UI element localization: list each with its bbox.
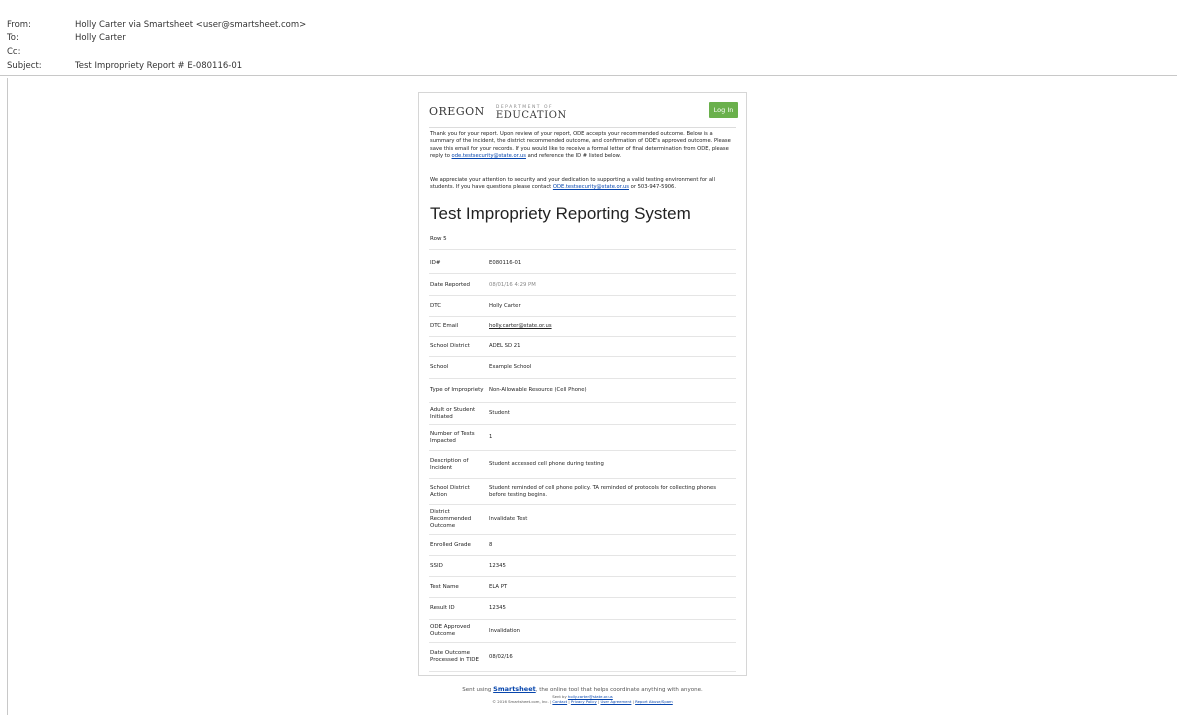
row-value: ADEL SD 21 bbox=[489, 343, 521, 349]
row-divider bbox=[429, 576, 736, 577]
row-label: Result ID bbox=[430, 605, 455, 611]
row-divider bbox=[429, 619, 736, 620]
logo-education-text: EDUCATION bbox=[495, 109, 567, 121]
row-label: Description of Incident bbox=[430, 457, 469, 471]
row-label: DTC bbox=[430, 302, 442, 309]
row-value: 08/01/16 4:29 PM bbox=[489, 281, 536, 288]
rows-label: Row 5 bbox=[430, 236, 447, 242]
row-divider bbox=[429, 356, 736, 357]
row-divider bbox=[429, 504, 736, 505]
row-value: Student reminded of cell phone policy. T… bbox=[489, 484, 717, 498]
appreciation-text-b: or 503-947-5906. bbox=[629, 184, 677, 191]
to-label: To: bbox=[7, 33, 19, 43]
row-value: Invalidation bbox=[489, 627, 520, 634]
row-divider bbox=[429, 671, 736, 672]
row-label: School District Action bbox=[430, 484, 470, 498]
logo-department-block: DEPARTMENT OF EDUCATION bbox=[495, 104, 567, 121]
intro-paragraph: Thank you for your report. Upon review o… bbox=[430, 131, 737, 161]
row-label: Number of Tests Impacted bbox=[430, 430, 475, 444]
logo-oregon-text: OREGON bbox=[429, 105, 485, 118]
row-divider bbox=[429, 450, 736, 451]
row-divider bbox=[429, 402, 736, 403]
row-label: District Recommended Outcome bbox=[430, 509, 472, 529]
log-in-button[interactable]: Log In bbox=[709, 102, 738, 118]
footer-contact-link[interactable]: Contact bbox=[552, 699, 567, 704]
row-label: Test Name bbox=[430, 583, 459, 590]
row-divider bbox=[429, 424, 736, 425]
row-divider bbox=[429, 249, 736, 250]
oregon-education-logo: OREGON DEPARTMENT OF EDUCATION bbox=[429, 101, 567, 121]
row-divider bbox=[429, 555, 736, 556]
row-value: 8 bbox=[489, 541, 493, 548]
email-header: From: Holly Carter via Smartsheet <user@… bbox=[0, 0, 1177, 76]
intro-email-link[interactable]: ode.testsecurity@state.or.us bbox=[452, 153, 526, 159]
footer-links: © 2016 Smartsheet.com, Inc. | Contact | … bbox=[418, 699, 747, 704]
row-divider bbox=[429, 336, 736, 337]
row-label: Adult or Student Initiated bbox=[430, 406, 476, 420]
row-value: Student accessed cell phone during testi… bbox=[489, 461, 604, 467]
row-label: Type of Impropriety bbox=[430, 387, 484, 393]
appreciation-email-link[interactable]: ODE.testsecurity@state.or.us bbox=[553, 184, 629, 190]
row-divider bbox=[429, 273, 736, 274]
row-label: DTC Email bbox=[430, 323, 459, 329]
row-value: 08/02/16 bbox=[489, 653, 513, 660]
row-value: Student bbox=[489, 410, 510, 416]
row-value: ELA PT bbox=[489, 583, 508, 590]
footer-user-agreement-link[interactable]: User Agreement bbox=[600, 699, 631, 704]
cc-label: Cc: bbox=[7, 47, 21, 57]
footer-tagline: Sent using Smartsheet, the online tool t… bbox=[418, 685, 747, 694]
appreciation-paragraph: We appreciate your attention to security… bbox=[430, 177, 737, 192]
smartsheet-footer: Sent using Smartsheet, the online tool t… bbox=[418, 685, 747, 704]
row-label: School bbox=[430, 364, 449, 370]
email-card: OREGON DEPARTMENT OF EDUCATION Log In Th… bbox=[418, 92, 747, 676]
intro-text-b: and reference the ID # listed below. bbox=[525, 153, 622, 160]
smartsheet-link[interactable]: Smartsheet bbox=[493, 685, 536, 693]
row-value: 12345 bbox=[489, 562, 506, 569]
row-value: E080116-01 bbox=[489, 259, 522, 266]
row-divider bbox=[429, 378, 736, 379]
from-value[interactable]: Holly Carter via Smartsheet <user@smarts… bbox=[75, 19, 306, 31]
footer-text-a: Sent using bbox=[462, 687, 494, 693]
row-label: Enrolled Grade bbox=[430, 541, 471, 548]
row-value: Invalidate Test bbox=[489, 516, 528, 522]
row-value: 12345 bbox=[489, 605, 506, 611]
row-divider bbox=[429, 534, 736, 535]
row-value: Example School bbox=[489, 364, 532, 370]
from-label: From: bbox=[7, 20, 31, 30]
row-label: Date Reported bbox=[430, 281, 471, 288]
row-label: ODE Approved Outcome bbox=[430, 624, 471, 637]
footer-copyright: © 2016 Smartsheet.com, Inc. | bbox=[492, 699, 553, 704]
row-label: Date Outcome Processed in TIDE bbox=[430, 650, 479, 663]
dtc-email-link[interactable]: holly.carter@state.or.us bbox=[489, 323, 734, 330]
footer-report-abuse-link[interactable]: Report Abuse/Spam bbox=[635, 699, 673, 704]
footer-privacy-link[interactable]: Privacy Policy bbox=[571, 699, 597, 704]
row-value: Holly Carter bbox=[489, 302, 521, 309]
footer-text-b: , the online tool that helps coordinate … bbox=[535, 687, 703, 693]
row-divider bbox=[429, 316, 736, 317]
to-value[interactable]: Holly Carter bbox=[75, 32, 126, 44]
subject-value: Test Impropriety Report # E-080116-01 bbox=[75, 61, 243, 71]
row-value: 1 bbox=[489, 434, 493, 440]
row-label: ID# bbox=[430, 259, 441, 266]
subject-label: Subject: bbox=[7, 61, 42, 71]
row-divider bbox=[429, 478, 736, 479]
row-value: Non-Allowable Resource (Cell Phone) bbox=[489, 387, 587, 393]
row-label: School District bbox=[430, 343, 470, 349]
row-divider bbox=[429, 597, 736, 598]
row-divider bbox=[429, 295, 736, 296]
row-label: SSID bbox=[430, 562, 443, 569]
header-divider bbox=[429, 127, 736, 128]
row-divider bbox=[429, 642, 736, 643]
report-title: Test Impropriety Reporting System bbox=[430, 204, 691, 223]
